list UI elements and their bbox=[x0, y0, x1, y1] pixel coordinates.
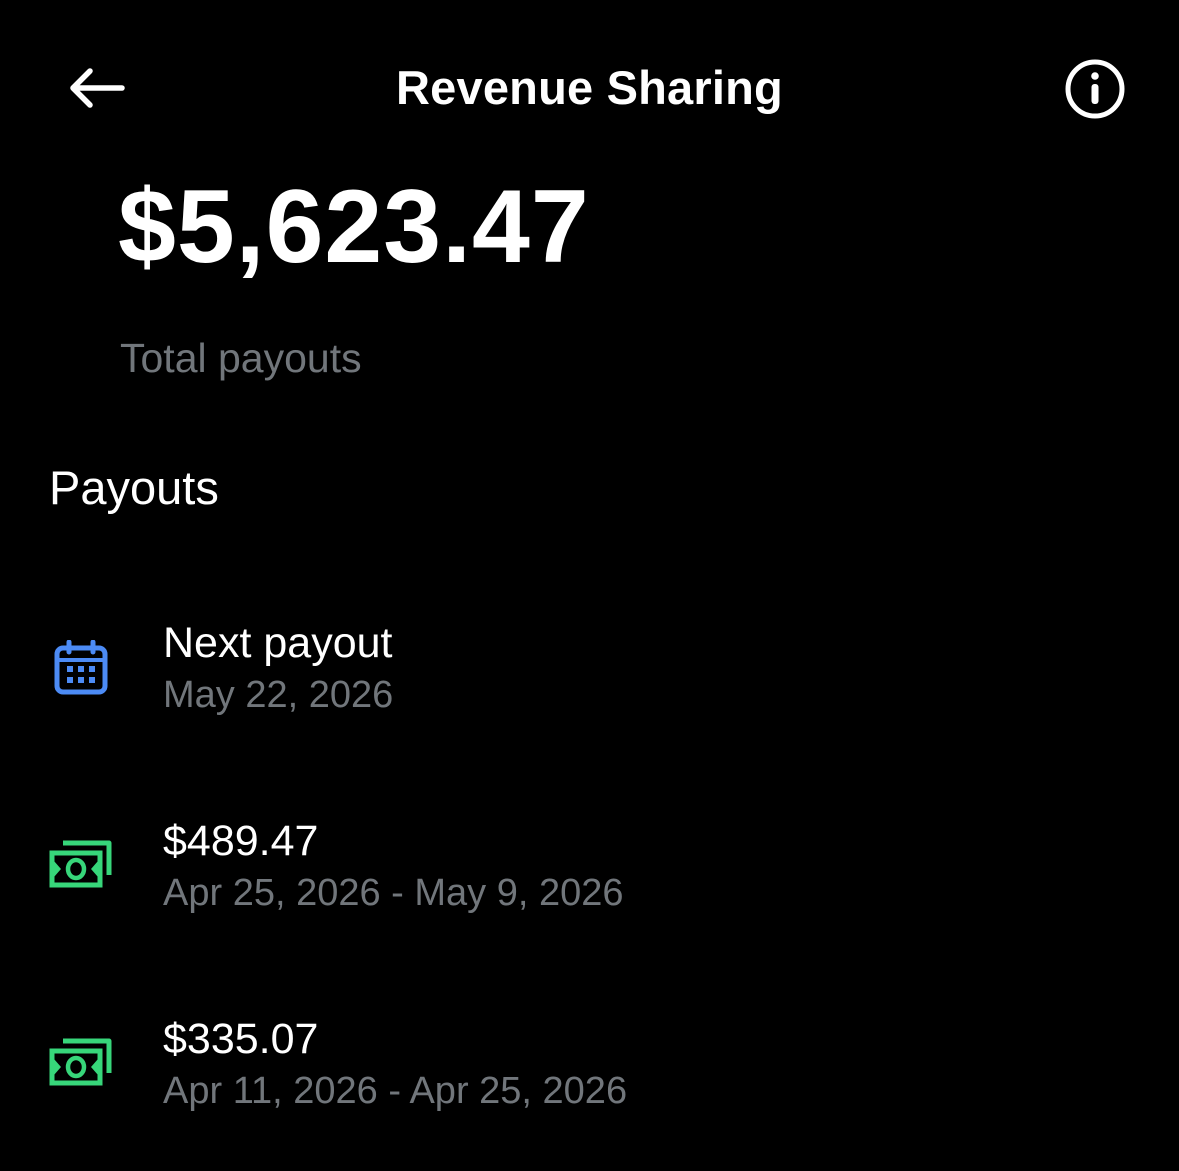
info-circle-icon bbox=[1065, 59, 1125, 119]
calendar-icon bbox=[48, 638, 114, 698]
next-payout-label: Next payout bbox=[163, 619, 393, 667]
next-payout-row[interactable]: Next payout May 22, 2026 bbox=[0, 610, 1179, 740]
payout-period: Apr 25, 2026 - May 9, 2026 bbox=[163, 872, 624, 914]
payouts-section-title: Payouts bbox=[49, 461, 219, 514]
page-title: Revenue Sharing bbox=[396, 61, 783, 114]
total-payout-label: Total payouts bbox=[120, 335, 362, 381]
payout-amount: $335.07 bbox=[163, 1015, 319, 1063]
payout-row[interactable]: $489.47 Apr 25, 2026 - May 9, 2026 bbox=[0, 808, 1179, 938]
top-bar: Revenue Sharing bbox=[0, 0, 1179, 175]
next-payout-date: May 22, 2026 bbox=[163, 674, 394, 716]
money-icon bbox=[48, 834, 114, 894]
payout-row[interactable]: $335.07 Apr 11, 2026 - Apr 25, 2026 bbox=[0, 1006, 1179, 1136]
payout-period: Apr 11, 2026 - Apr 25, 2026 bbox=[163, 1070, 628, 1112]
money-icon bbox=[48, 1032, 114, 1092]
total-payout-amount: $5,623.47 bbox=[118, 169, 590, 285]
payout-amount: $489.47 bbox=[163, 817, 319, 865]
info-button[interactable] bbox=[1050, 44, 1140, 134]
